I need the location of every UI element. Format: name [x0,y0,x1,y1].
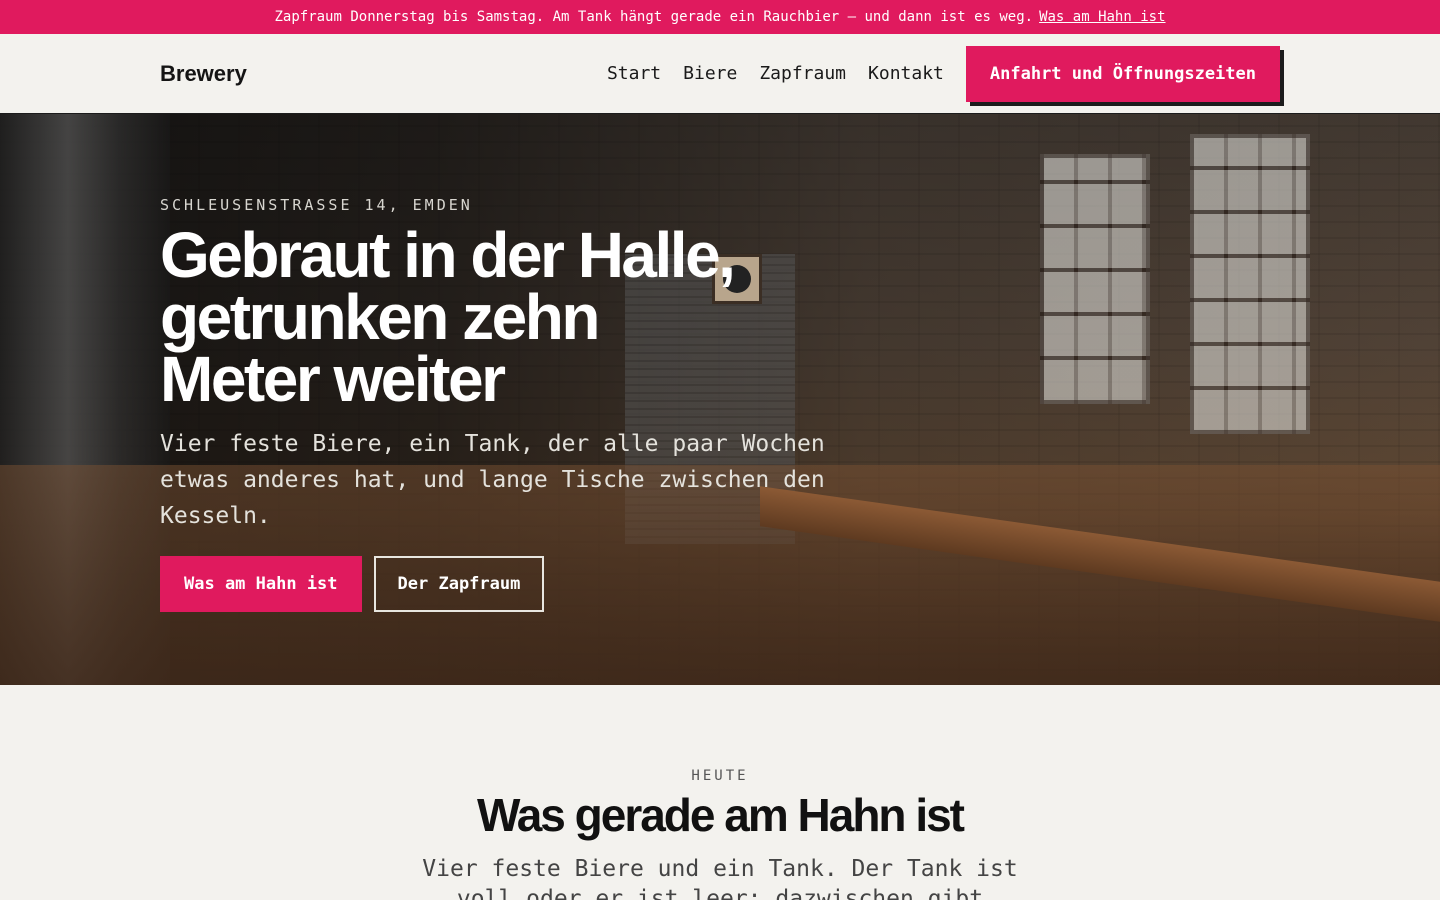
hero-title: Gebraut in der Halle, getrunken zehn Met… [160,219,736,415]
hall-window-image [1040,154,1150,404]
top-navigation: Brewery Start Biere Zapfraum Kontakt Anf… [0,34,1440,114]
nav-links: Start Biere Zapfraum Kontakt Anfahrt und… [607,45,1280,102]
nav-link-biere[interactable]: Biere [683,63,737,84]
nav-link-kontakt[interactable]: Kontakt [868,63,944,84]
brand-logo[interactable]: Brewery [160,61,247,87]
hero-address: SCHLEUSENSTRASSE 14, EMDEN [160,196,473,214]
section-eyebrow: HEUTE [691,768,749,784]
announcement-link[interactable]: Was am Hahn ist [1039,9,1165,25]
section-subtitle: Vier feste Biere und ein Tank. Der Tank … [422,856,1018,900]
section-title: Was gerade am Hahn ist [476,789,965,841]
directions-hours-button[interactable]: Anfahrt und Öffnungszeiten [965,45,1280,102]
hero-section: SCHLEUSENSTRASSE 14, EMDEN Gebraut in de… [0,114,1440,685]
nav-link-start[interactable]: Start [607,63,661,84]
on-tap-section: HEUTE Was gerade am Hahn ist Vier feste … [0,685,1440,900]
taproom-button[interactable]: Der Zapfraum [373,556,545,612]
hero-subtitle: Vier feste Biere, ein Tank, der alle paa… [160,431,825,529]
announcement-bar: Zapfraum Donnerstag bis Samstag. Am Tank… [0,0,1440,34]
hero-content: SCHLEUSENSTRASSE 14, EMDEN Gebraut in de… [0,114,825,612]
nav-link-zapfraum[interactable]: Zapfraum [759,63,846,84]
announcement-text: Zapfraum Donnerstag bis Samstag. Am Tank… [274,9,1034,25]
hall-window-image [1190,134,1310,434]
on-tap-button[interactable]: Was am Hahn ist [160,556,362,612]
hero-buttons: Was am Hahn ist Der Zapfraum [160,556,720,612]
